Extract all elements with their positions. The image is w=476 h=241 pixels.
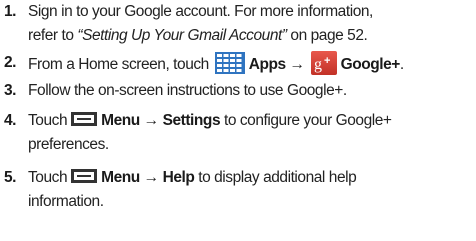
step-body: Follow the on-screen instructions to use… bbox=[28, 79, 474, 103]
svg-text:+: + bbox=[324, 55, 330, 67]
step-text-line: Touch Menu → Help to display additional … bbox=[28, 166, 474, 190]
google-plus-label: Google+ bbox=[340, 56, 401, 73]
instruction-steps: 1. Sign in to your Google account. For m… bbox=[0, 0, 476, 241]
step-text-line: preferences. bbox=[28, 136, 109, 153]
menu-icon bbox=[71, 167, 98, 183]
step-text: to display additional help bbox=[194, 169, 357, 186]
step-text-line: information. bbox=[28, 193, 104, 210]
step-text: Touch bbox=[28, 112, 68, 129]
apps-grid-icon bbox=[214, 52, 245, 74]
arrow: → bbox=[289, 56, 306, 73]
step-number: 1. bbox=[4, 3, 17, 20]
step-body: Touch Menu → Settings to configure your … bbox=[28, 109, 474, 157]
step-body: Touch Menu → Help to display additional … bbox=[28, 166, 474, 214]
step-text: refer to bbox=[28, 27, 78, 44]
apps-label: Apps bbox=[248, 56, 286, 73]
reference-title: “Setting Up Your Gmail Account” bbox=[77, 27, 287, 44]
step-text: to configure your Google+ bbox=[220, 112, 392, 129]
step-text: on page 52. bbox=[286, 27, 368, 44]
menu-label: Menu bbox=[101, 169, 140, 186]
menu-label: Menu bbox=[101, 112, 140, 129]
step-body: From a Home screen, touch Apps → g + Goo… bbox=[28, 51, 474, 77]
arrow: → bbox=[143, 112, 160, 129]
help-label: Help bbox=[162, 169, 195, 186]
step-number: 2. bbox=[4, 54, 17, 71]
step-number: 5. bbox=[4, 169, 17, 186]
step-body: Sign in to your Google account. For more… bbox=[28, 0, 474, 48]
step-text-line: Touch Menu → Settings to configure your … bbox=[28, 109, 474, 133]
step-text: Touch bbox=[28, 169, 68, 186]
step-text: Follow the on-screen instructions to use… bbox=[28, 82, 347, 99]
step-text-line: refer to “Setting Up Your Gmail Account”… bbox=[28, 24, 474, 48]
step-number: 4. bbox=[4, 112, 17, 129]
svg-text:g: g bbox=[314, 56, 322, 73]
settings-label: Settings bbox=[162, 112, 221, 129]
step-number: 3. bbox=[4, 82, 17, 99]
step-text: . bbox=[399, 56, 404, 73]
google-plus-icon: g + bbox=[310, 51, 337, 75]
step-text-line: Sign in to your Google account. For more… bbox=[28, 3, 373, 20]
menu-icon bbox=[71, 110, 98, 126]
arrow: → bbox=[143, 169, 160, 186]
step-text: From a Home screen, touch bbox=[28, 56, 209, 73]
